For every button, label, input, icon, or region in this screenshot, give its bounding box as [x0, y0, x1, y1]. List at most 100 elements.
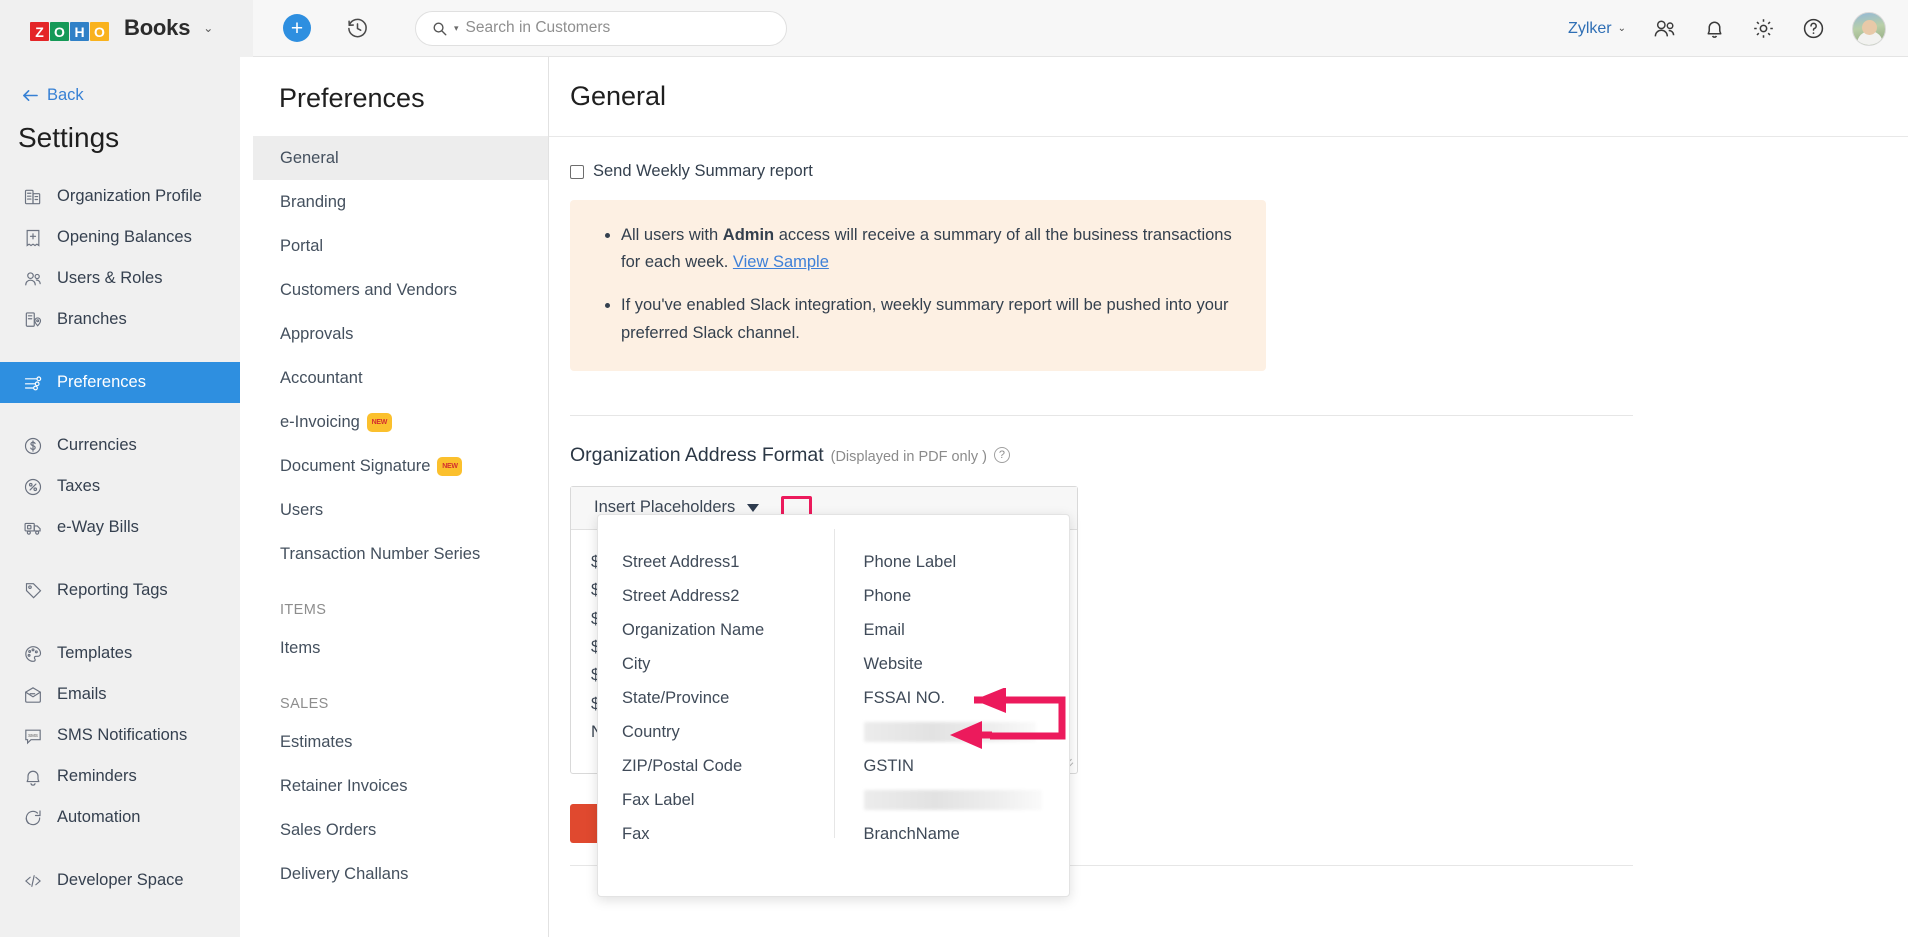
dropdown-item[interactable]: City [622, 647, 834, 681]
pref-item-portal[interactable]: Portal [253, 224, 548, 268]
receipt-icon [22, 228, 43, 248]
app-root: Z O H O Books ⌄ + ▾ Search in Customers [0, 0, 1908, 937]
branch-pin-icon [22, 310, 43, 330]
pref-item-transaction-number-series[interactable]: Transaction Number Series [253, 532, 548, 576]
dropdown-item[interactable]: Email [864, 613, 1070, 647]
percent-circle-icon [22, 477, 43, 497]
sidebar-item-label: Users & Roles [57, 269, 162, 288]
zoho-logo: Z O H O [30, 15, 109, 41]
bell-icon[interactable] [1704, 17, 1725, 40]
sidebar-item-currencies[interactable]: Currencies [0, 425, 240, 466]
pref-item-items[interactable]: Items [253, 626, 548, 670]
org-switcher[interactable]: Zylker ⌄ [1568, 20, 1626, 38]
sidebar-item-developer-space[interactable]: Developer Space [0, 860, 240, 901]
pref-item-accountant[interactable]: Accountant [253, 356, 548, 400]
sidebar-item-e-way-bills[interactable]: e-Way Bills [0, 507, 240, 548]
pref-item-sales-orders[interactable]: Sales Orders [253, 808, 548, 852]
new-badge: NEW [369, 415, 390, 430]
dropdown-item[interactable]: ZIP/Postal Code [622, 749, 834, 783]
sidebar-item-sms-notifications[interactable]: SMSSMS Notifications [0, 715, 240, 756]
help-circle-icon[interactable]: ? [994, 447, 1010, 463]
sidebar-item-branches[interactable]: Branches [0, 299, 240, 340]
plus-icon[interactable]: + [283, 14, 311, 42]
pref-item-estimates[interactable]: Estimates [253, 720, 548, 764]
weekly-summary-row[interactable]: Send Weekly Summary report [570, 162, 1908, 181]
weekly-summary-checkbox[interactable] [570, 165, 584, 179]
pref-item-e-invoicing[interactable]: e-InvoicingNEW [253, 400, 548, 444]
sidebar-item-taxes[interactable]: Taxes [0, 466, 240, 507]
gear-icon[interactable] [1752, 17, 1775, 40]
sidebar-item-opening-balances[interactable]: Opening Balances [0, 217, 240, 258]
dropdown-item-redacted[interactable] [864, 722, 1036, 742]
back-button[interactable]: Back [0, 57, 240, 105]
search-scope-caret-icon[interactable]: ▾ [454, 23, 459, 34]
dropdown-item[interactable]: Street Address2 [622, 579, 834, 613]
logo-letter-h: H [70, 22, 89, 41]
pref-item-users[interactable]: Users [253, 488, 548, 532]
pref-item-approvals[interactable]: Approvals [253, 312, 548, 356]
pref-item-document-signature[interactable]: Document SignatureNEW [253, 444, 548, 488]
pref-item-label: Transaction Number Series [280, 545, 480, 564]
dropdown-right-column: Phone LabelPhoneEmailWebsiteFSSAI NO. GST… [834, 545, 1070, 896]
sidebar-item-preferences[interactable]: Preferences [0, 362, 240, 403]
dropdown-item[interactable]: Phone Label [864, 545, 1070, 579]
pref-item-general[interactable]: General [253, 136, 548, 180]
dropdown-item[interactable]: Website [864, 647, 1070, 681]
search-icon [432, 21, 447, 36]
address-format-title: Organization Address Format [570, 444, 824, 467]
logo-letter-z: Z [30, 22, 49, 41]
sidebar-item-label: Reporting Tags [57, 581, 168, 600]
dropdown-item[interactable]: State/Province [622, 681, 834, 715]
search-input[interactable]: ▾ Search in Customers [415, 11, 787, 46]
pref-section-header: ITEMS [253, 576, 548, 626]
sidebar-item-label: Templates [57, 644, 132, 663]
avatar[interactable] [1852, 12, 1886, 46]
users-icon[interactable] [1653, 18, 1677, 40]
notice-b1-prefix: All users with [621, 226, 723, 244]
chevron-down-icon[interactable]: ⌄ [203, 21, 213, 35]
preferences-list: GeneralBranding Portal Customers and Vendo… [253, 136, 548, 896]
org-name-label: Zylker [1568, 20, 1612, 38]
sidebar-item-automation[interactable]: Automation [0, 797, 240, 838]
pref-item-label: Document Signature [280, 457, 430, 476]
dropdown-item[interactable]: Phone [864, 579, 1070, 613]
view-sample-link[interactable]: View Sample [733, 253, 829, 271]
pref-item-delivery-challans[interactable]: Delivery Challans [253, 852, 548, 896]
pref-item-label: Portal [280, 237, 323, 256]
sidebar-item-reporting-tags[interactable]: Reporting Tags [0, 570, 240, 611]
sidebar-item-emails[interactable]: Emails [0, 674, 240, 715]
settings-nav-groups: Organization Profile Opening Balances User… [0, 176, 240, 901]
sliders-icon [22, 373, 43, 393]
dropdown-item-redacted[interactable] [864, 790, 1042, 810]
placeholders-dropdown[interactable]: Street Address1Street Address2Organizati… [597, 514, 1070, 897]
pref-item-label: Retainer Invoices [280, 777, 407, 796]
logo-letter-o2: O [90, 22, 109, 41]
sidebar-item-organization-profile[interactable]: Organization Profile [0, 176, 240, 217]
dropdown-item[interactable]: FSSAI NO. [864, 681, 1070, 715]
brand-zone[interactable]: Z O H O Books ⌄ [0, 0, 253, 57]
dropdown-item[interactable]: GSTIN [864, 749, 1070, 783]
sidebar-item-label: Automation [57, 808, 140, 827]
pref-item-customers-and-vendors[interactable]: Customers and Vendors [253, 268, 548, 312]
dropdown-item[interactable]: Country [622, 715, 834, 749]
dropdown-item[interactable]: Fax [622, 817, 834, 851]
pref-item-retainer-invoices[interactable]: Retainer Invoices [253, 764, 548, 808]
sidebar-item-users-roles[interactable]: Users & Roles [0, 258, 240, 299]
sidebar-item-reminders[interactable]: Reminders [0, 756, 240, 797]
pref-item-label: Sales Orders [280, 821, 376, 840]
help-icon[interactable] [1802, 17, 1825, 40]
sidebar-item-label: e-Way Bills [57, 518, 139, 537]
notice-bullet-2: If you've enabled Slack integration, wee… [621, 292, 1240, 346]
dropdown-item[interactable]: Organization Name [622, 613, 834, 647]
dropdown-item[interactable]: BranchName [864, 817, 1070, 851]
code-icon [22, 871, 43, 891]
clock-history-icon[interactable] [346, 17, 369, 40]
dropdown-item[interactable]: Fax Label [622, 783, 834, 817]
chevron-down-icon: ⌄ [1618, 23, 1626, 34]
settings-nav-group: Preferences [0, 362, 240, 403]
sidebar-item-label: Preferences [57, 373, 146, 392]
sidebar-item-templates[interactable]: Templates [0, 633, 240, 674]
pref-item-branding[interactable]: Branding [253, 180, 548, 224]
dropdown-item[interactable]: Street Address1 [622, 545, 834, 579]
sidebar-item-label: Organization Profile [57, 187, 202, 206]
